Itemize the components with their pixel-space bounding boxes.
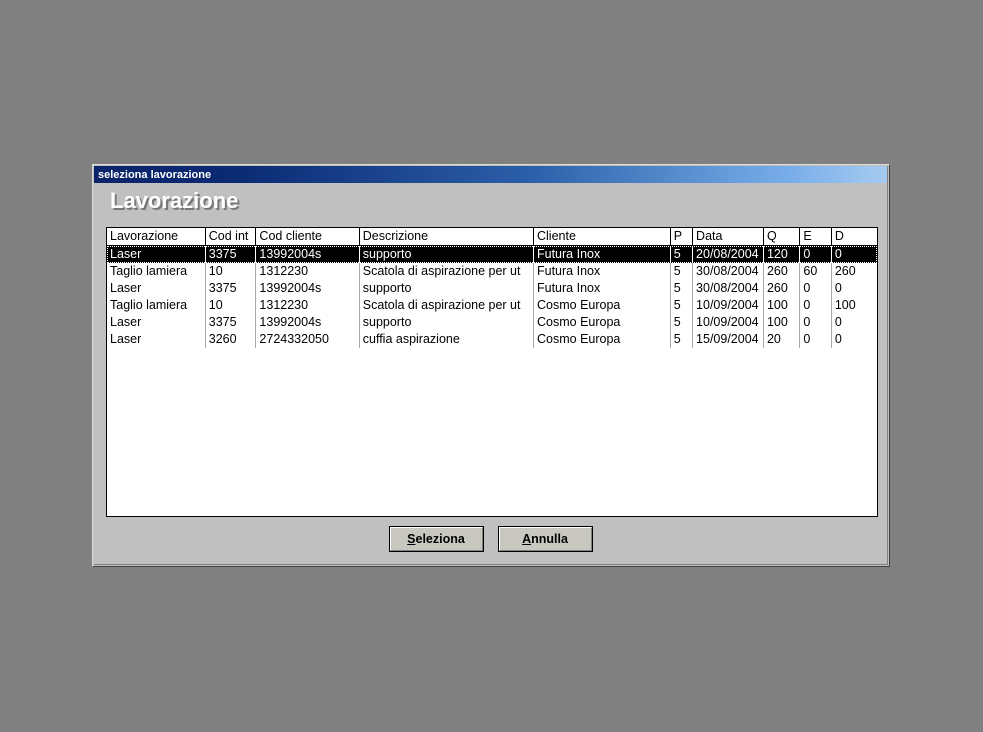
cell-lavorazione: Laser <box>107 280 206 297</box>
dialog-titlebar[interactable]: seleziona lavorazione <box>94 166 887 183</box>
cell-data: 10/09/2004 <box>692 297 764 314</box>
cell-descrizione: cuffia aspirazione <box>359 331 535 348</box>
cell-cod-int: 10 <box>205 263 257 280</box>
column-header-d[interactable]: D <box>831 228 877 246</box>
column-header-cod-int[interactable]: Cod int <box>205 228 257 246</box>
table-row[interactable]: Laser 3375 13992004s supporto Futura Inox 5 20… <box>107 245 877 263</box>
cancel-button-label: Annulla <box>522 532 568 546</box>
page-title: Lavorazione <box>110 188 239 213</box>
cell-p: 5 <box>670 331 694 348</box>
cell-cod-cliente: 13992004s <box>255 280 360 297</box>
cell-cod-cliente: 13992004s <box>255 314 360 331</box>
table-row[interactable]: Laser 3260 2724332050 cuffia aspirazione Cos… <box>107 331 877 348</box>
cell-e: 0 <box>799 331 832 348</box>
cell-lavorazione: Laser <box>107 245 206 263</box>
cell-d: 0 <box>834 281 842 295</box>
cell-q: 260 <box>763 263 801 280</box>
table-row[interactable]: Taglio lamiera 10 1312230 Scatola di aspira… <box>107 263 877 280</box>
select-button[interactable]: Seleziona <box>388 526 484 552</box>
cell-cod-cliente: 2724332050 <box>255 331 360 348</box>
cell-p: 5 <box>670 297 694 314</box>
table-header-row: Lavorazione Cod int Cod cliente Descrizi… <box>107 228 877 246</box>
cell-data: 30/08/2004 <box>692 263 764 280</box>
cell-data: 10/09/2004 <box>692 314 764 331</box>
cell-cliente: Futura Inox <box>533 280 671 297</box>
cell-cliente: Futura Inox <box>533 263 671 280</box>
cell-e: 60 <box>799 263 832 280</box>
cell-cod-int: 3375 <box>205 245 257 263</box>
cell-data: 30/08/2004 <box>692 280 764 297</box>
lavorazione-table: Lavorazione Cod int Cod cliente Descrizi… <box>107 228 877 348</box>
cell-e: 0 <box>799 280 832 297</box>
cell-cod-cliente: 1312230 <box>255 297 360 314</box>
heading-area: Lavorazione <box>94 183 887 217</box>
cell-lavorazione: Laser <box>107 314 206 331</box>
select-button-face: Seleziona <box>389 527 483 551</box>
cancel-button-face: Annulla <box>498 527 592 551</box>
lavorazione-listbox[interactable]: Lavorazione Cod int Cod cliente Descrizi… <box>106 227 878 517</box>
table-body: Laser 3375 13992004s supporto Futura Inox 5 20… <box>107 245 877 348</box>
select-button-label: Seleziona <box>407 532 465 546</box>
dialog-title-text: seleziona lavorazione <box>98 168 212 181</box>
column-header-lavorazione[interactable]: Lavorazione <box>107 228 206 246</box>
cell-d: 0 <box>834 332 842 346</box>
column-header-cliente[interactable]: Cliente <box>533 228 671 246</box>
cell-cod-int: 3260 <box>205 331 257 348</box>
cell-q: 100 <box>763 314 801 331</box>
column-header-q[interactable]: Q <box>763 228 801 246</box>
cell-q: 120 <box>763 245 801 263</box>
column-header-e[interactable]: E <box>799 228 832 246</box>
cell-p: 5 <box>670 280 694 297</box>
cell-q: 20 <box>763 331 801 348</box>
cell-descrizione: Scatola di aspirazione per ut <box>359 297 535 314</box>
cell-d: 100 <box>834 298 856 312</box>
cell-cliente: Cosmo Europa <box>533 331 671 348</box>
cancel-button-accel: A <box>522 532 532 546</box>
dialog-button-row: Seleziona Annulla <box>94 526 887 552</box>
cell-q: 260 <box>763 280 801 297</box>
cell-d: 260 <box>834 264 856 278</box>
select-lavorazione-dialog: seleziona lavorazione Lavorazione Lavora… <box>92 164 890 567</box>
cell-e: 0 <box>799 245 832 263</box>
cell-data: 15/09/2004 <box>692 331 764 348</box>
cell-descrizione: supporto <box>359 314 535 331</box>
cell-lavorazione: Laser <box>107 331 206 348</box>
cell-e: 0 <box>799 314 832 331</box>
cell-descrizione: supporto <box>359 280 535 297</box>
cell-cod-int: 10 <box>205 297 257 314</box>
cell-cod-cliente: 13992004s <box>255 245 360 263</box>
cell-cod-int: 3375 <box>205 280 257 297</box>
cell-q: 100 <box>763 297 801 314</box>
cell-p: 5 <box>670 314 694 331</box>
select-button-rest: eleziona <box>415 532 465 546</box>
column-header-p[interactable]: P <box>670 228 694 246</box>
table-row[interactable]: Taglio lamiera 10 1312230 Scatola di aspira… <box>107 297 877 314</box>
cell-d: 0 <box>831 245 877 263</box>
table-row[interactable]: Laser 3375 13992004s supporto Cosmo Europa 5 1… <box>107 314 877 331</box>
cell-descrizione: supporto <box>359 245 535 263</box>
column-header-data[interactable]: Data <box>692 228 764 246</box>
cell-cod-int: 3375 <box>205 314 257 331</box>
column-header-cod-cliente[interactable]: Cod cliente <box>255 228 360 246</box>
select-button-accel: S <box>407 532 416 546</box>
cell-d: 0 <box>834 315 842 329</box>
cell-lavorazione: Taglio lamiera <box>107 263 206 280</box>
cell-cliente: Futura Inox <box>533 245 671 263</box>
dialog-inner: seleziona lavorazione Lavorazione Lavora… <box>94 166 888 565</box>
cell-descrizione: Scatola di aspirazione per ut <box>359 263 535 280</box>
cell-p: 5 <box>670 263 694 280</box>
cell-p: 5 <box>670 245 694 263</box>
cancel-button-rest: nnulla <box>531 532 568 546</box>
cell-cliente: Cosmo Europa <box>533 297 671 314</box>
table-row[interactable]: Laser 3375 13992004s supporto Futura Inox 5 30… <box>107 280 877 297</box>
cell-data: 20/08/2004 <box>692 245 764 263</box>
cell-cliente: Cosmo Europa <box>533 314 671 331</box>
cell-e: 0 <box>799 297 832 314</box>
cancel-button[interactable]: Annulla <box>497 526 593 552</box>
cell-cod-cliente: 1312230 <box>255 263 360 280</box>
column-header-descrizione[interactable]: Descrizione <box>359 228 535 246</box>
cell-lavorazione: Taglio lamiera <box>107 297 206 314</box>
